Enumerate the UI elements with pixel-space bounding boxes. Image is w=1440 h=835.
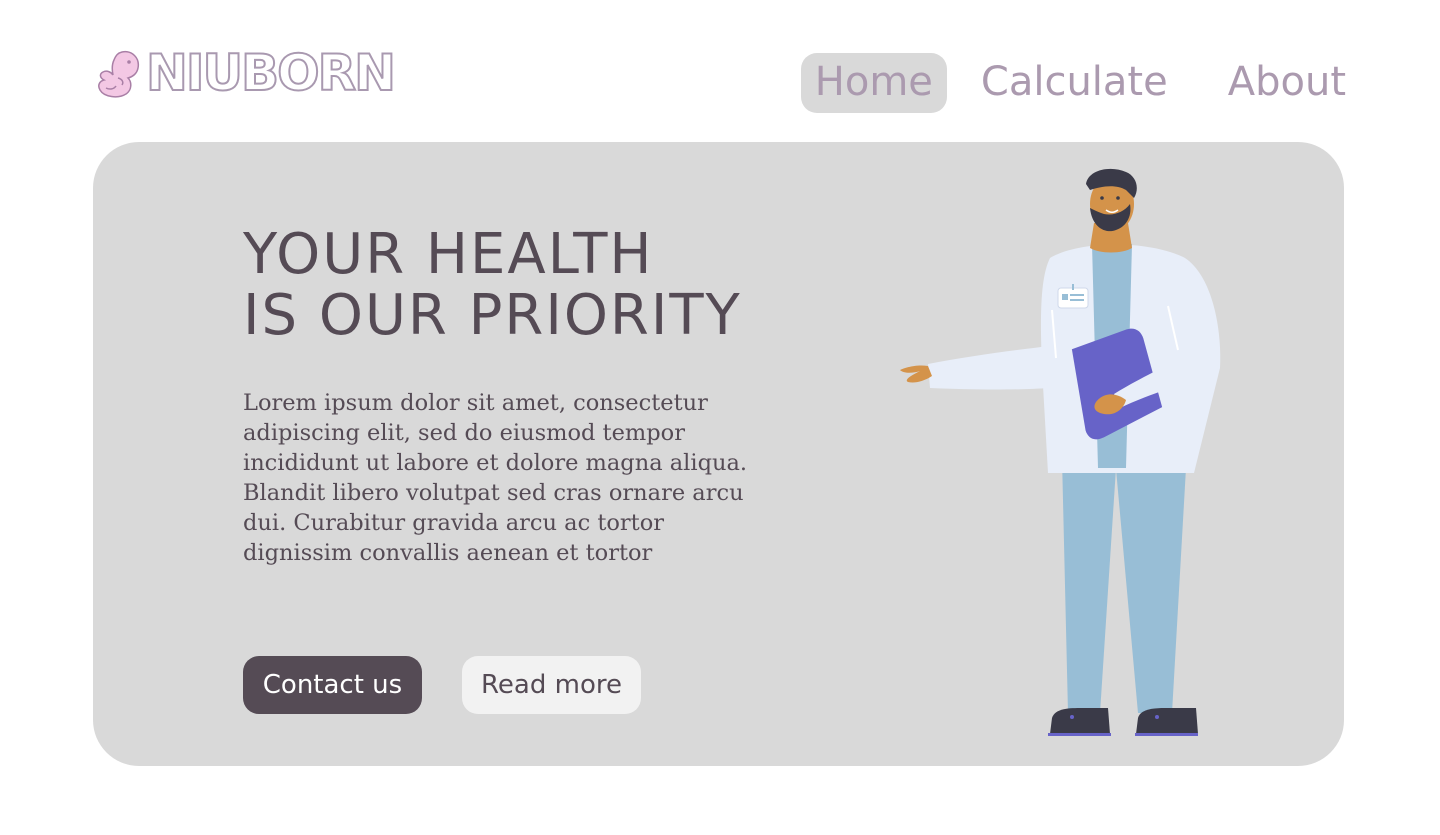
logo-text: NIUBORN (145, 44, 397, 102)
hero-description: Lorem ipsum dolor sit amet, consectetur … (243, 390, 748, 566)
logo[interactable]: NIUBORN (96, 44, 397, 102)
nav-about[interactable]: About (1214, 53, 1346, 113)
hero-title: YOUR HEALTH IS OUR PRIORITY (243, 224, 742, 346)
main-nav: Home Calculate About (800, 53, 1346, 113)
read-more-button[interactable]: Read more (462, 656, 641, 714)
nav-calculate[interactable]: Calculate (967, 53, 1182, 113)
contact-us-button[interactable]: Contact us (243, 656, 422, 714)
nav-home[interactable]: Home (800, 53, 947, 113)
baby-fetus-icon (98, 50, 140, 98)
doctor-illustration (900, 168, 1221, 736)
hero-title-line2: IS OUR PRIORITY (243, 283, 742, 348)
hero-title-line1: YOUR HEALTH (243, 222, 654, 287)
